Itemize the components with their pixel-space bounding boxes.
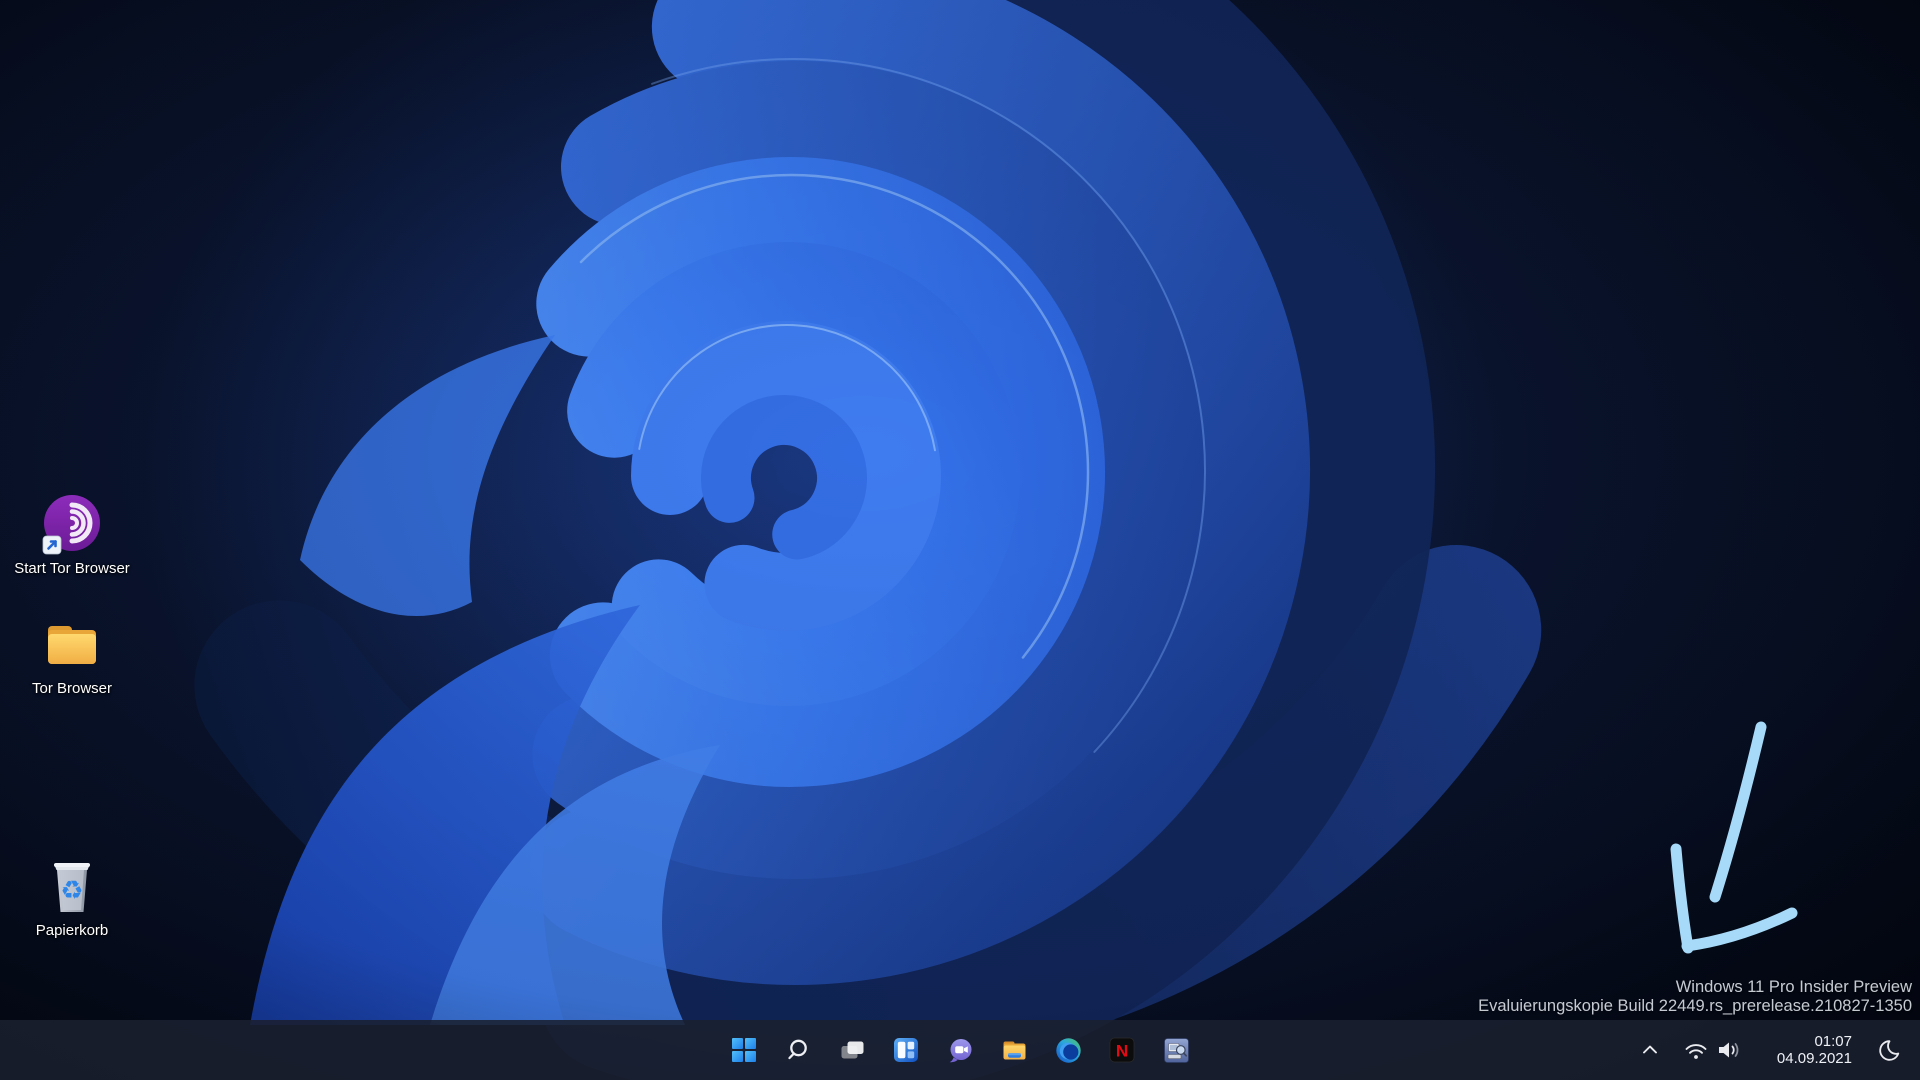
- start-button[interactable]: [724, 1030, 764, 1070]
- taskbar-center-icons: N: [724, 1030, 1196, 1070]
- file-explorer-button[interactable]: [994, 1030, 1034, 1070]
- taskbar: N: [0, 1020, 1920, 1080]
- desktop-icon-start-tor-browser[interactable]: Start Tor Browser: [10, 494, 134, 577]
- file-explorer-icon: [1001, 1037, 1028, 1064]
- volume-icon: [1716, 1038, 1744, 1062]
- system-tray: 01:07 04.09.2021: [1629, 1030, 1910, 1070]
- clock-time: 01:07: [1814, 1033, 1852, 1050]
- chat-icon: [947, 1037, 974, 1064]
- desktop-icon-label: Papierkorb: [36, 922, 109, 939]
- moon-icon: [1876, 1038, 1901, 1063]
- taskbar-clock[interactable]: 01:07 04.09.2021: [1756, 1033, 1860, 1067]
- wallpaper-bloom: [0, 0, 1920, 1080]
- tray-overflow-button[interactable]: [1629, 1030, 1671, 1070]
- setup-wizard-icon: [1163, 1037, 1190, 1064]
- setup-wizard-button[interactable]: [1156, 1030, 1196, 1070]
- netflix-letter: N: [1116, 1042, 1128, 1061]
- netflix-icon: N: [1109, 1037, 1135, 1063]
- wifi-icon: [1683, 1038, 1709, 1062]
- task-view-button[interactable]: [832, 1030, 872, 1070]
- windows-logo-icon: [731, 1037, 757, 1063]
- task-view-icon: [839, 1037, 865, 1063]
- netflix-button[interactable]: N: [1102, 1030, 1142, 1070]
- recycle-glyph: ♻: [60, 876, 83, 906]
- quick-settings-button[interactable]: [1677, 1030, 1750, 1070]
- widgets-icon: [893, 1037, 919, 1063]
- watermark-line-1: Windows 11 Pro Insider Preview: [1478, 978, 1912, 997]
- search-button[interactable]: [778, 1030, 818, 1070]
- search-icon: [785, 1037, 811, 1063]
- focus-assist-button[interactable]: [1866, 1030, 1910, 1070]
- chevron-up-icon: [1639, 1039, 1661, 1061]
- desktop-icon-tor-browser-folder[interactable]: Tor Browser: [10, 614, 134, 697]
- desktop-icon-label: Tor Browser: [32, 680, 112, 697]
- watermark-line-2: Evaluierungskopie Build 22449.rs_prerele…: [1478, 997, 1912, 1016]
- desktop-icon-label: Start Tor Browser: [14, 560, 130, 577]
- widgets-button[interactable]: [886, 1030, 926, 1070]
- tor-browser-shortcut-icon: [41, 494, 103, 556]
- chat-button[interactable]: [940, 1030, 980, 1070]
- edge-button[interactable]: [1048, 1030, 1088, 1070]
- desktop-icon-recycle-bin[interactable]: ♻ Papierkorb: [10, 856, 134, 939]
- folder-icon: [41, 614, 103, 676]
- desktop: Start Tor Browser Tor Browser: [0, 0, 1920, 1080]
- insider-watermark: Windows 11 Pro Insider Preview Evaluieru…: [1478, 978, 1912, 1016]
- recycle-bin-icon: ♻: [41, 856, 103, 918]
- clock-date: 04.09.2021: [1777, 1050, 1852, 1067]
- edge-icon: [1055, 1037, 1082, 1064]
